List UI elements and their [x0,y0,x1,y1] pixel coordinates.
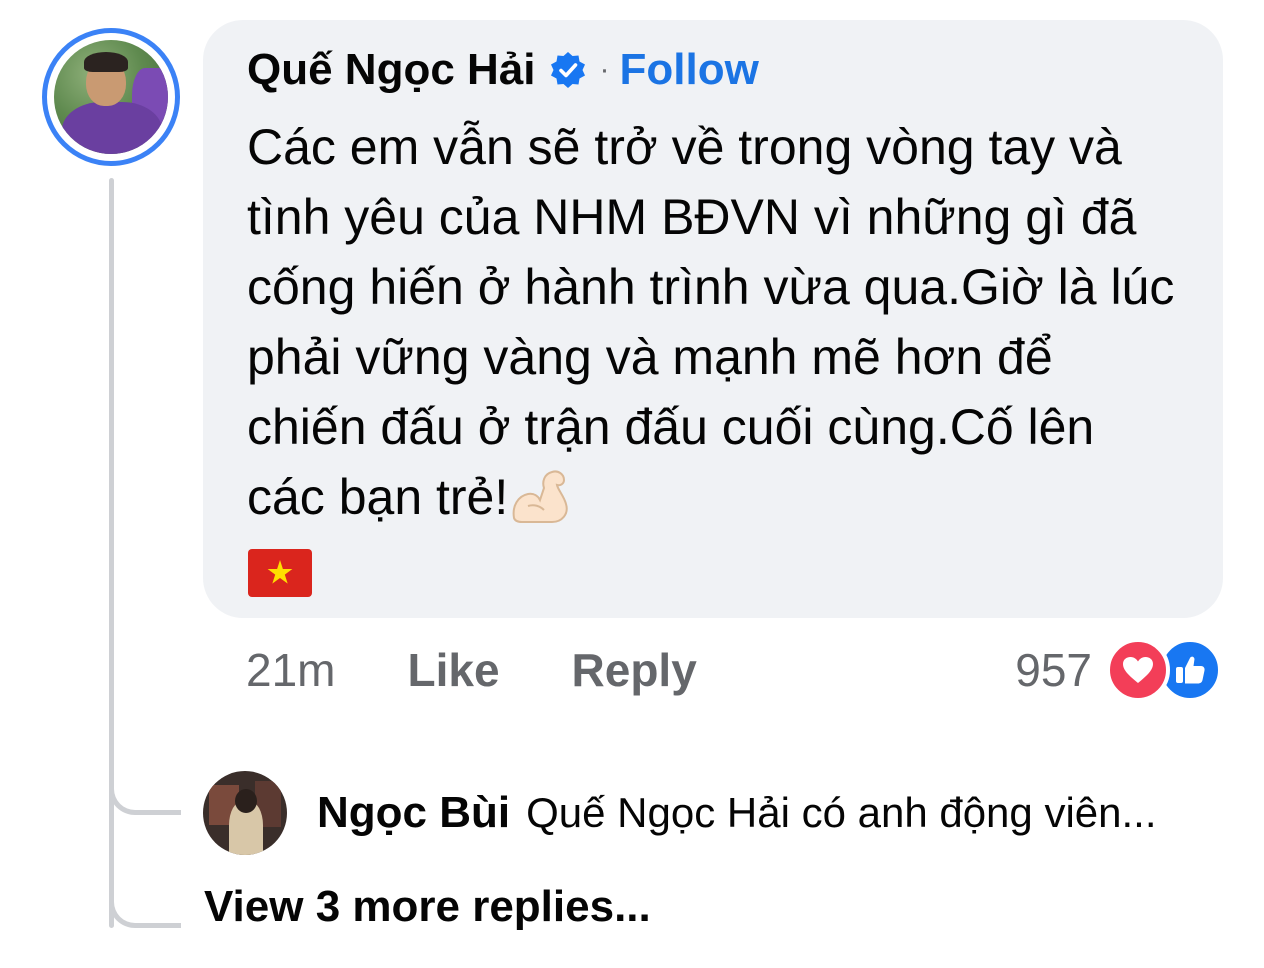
heart-icon [1106,638,1170,702]
comment-body: Các em vẫn sẽ trở về trong vòng tay và t… [247,112,1182,597]
reply-snippet[interactable]: Quế Ngọc Hải có anh động viên... [526,789,1156,837]
comment-text: Các em vẫn sẽ trở về trong vòng tay và t… [247,119,1175,525]
view-more-replies-link[interactable]: View 3 more replies... [204,882,651,932]
reaction-count: 957 [1015,644,1092,696]
reaction-summary[interactable]: 957 [1015,638,1222,702]
verified-badge-icon [548,50,588,90]
comment-author[interactable]: Quế Ngọc Hải [247,45,536,95]
flexed-biceps-icon [508,466,574,526]
vietnam-flag-icon [247,546,313,597]
view-more-connector [109,860,181,928]
thread-line [109,178,114,928]
comment-timestamp[interactable]: 21m [246,643,335,697]
reply-avatar[interactable] [203,771,287,855]
reply-preview[interactable]: Ngọc Bùi Quế Ngọc Hải có anh động viên..… [203,770,1157,856]
reply-button[interactable]: Reply [572,643,697,697]
like-button[interactable]: Like [407,643,499,697]
comment-actions: 21m Like Reply [246,640,697,700]
avatar[interactable] [54,40,168,154]
comment-header: Quế Ngọc Hải · Follow [247,42,1183,98]
follow-button[interactable]: Follow [620,45,759,95]
comment-bubble: Quế Ngọc Hải · Follow Các em vẫn sẽ trở … [203,20,1223,618]
reply-connector [109,760,181,815]
separator-dot: · [599,53,610,86]
story-ring[interactable] [42,28,180,166]
reply-author[interactable]: Ngọc Bùi [317,788,510,838]
